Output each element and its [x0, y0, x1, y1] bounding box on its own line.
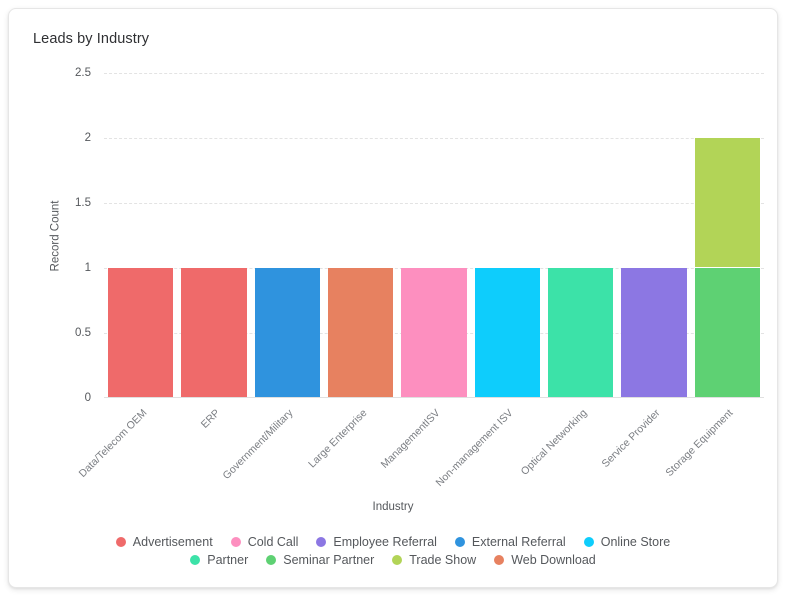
legend-item[interactable]: Advertisement [115, 535, 213, 549]
bar-segment[interactable] [401, 268, 467, 397]
legend-item-label: Online Store [600, 535, 671, 549]
legend-item[interactable]: Online Store [583, 535, 671, 549]
x-axis-tick-label: ManagementISV [378, 407, 443, 471]
legend-item[interactable]: Cold Call [230, 535, 299, 549]
y-axis-title: Record Count [47, 73, 63, 398]
chart-title: Leads by Industry [33, 31, 150, 47]
y-axis-tick-label: 2.5 [75, 67, 91, 79]
bar-segment[interactable] [327, 268, 394, 397]
bar-group[interactable] [547, 73, 614, 398]
x-axis-tick-label: Service Provider [599, 407, 663, 470]
legend-item[interactable]: External Referral [454, 535, 566, 549]
legend-color-swatch-icon [494, 555, 505, 565]
legend-item-label: External Referral [471, 535, 566, 549]
bar-segment[interactable] [547, 268, 614, 397]
y-axis-tick-label: 1.5 [75, 197, 91, 209]
chart-card: Leads by Industry Record Count 0 0.5 1 1.5 2… [8, 8, 778, 588]
chart-legend: Advertisement Cold Call Employee Referral E… [9, 533, 777, 569]
x-axis-tick-label: Non-management ISV [433, 407, 516, 489]
legend-item-label: Web Download [511, 553, 596, 567]
bar-group[interactable] [327, 73, 394, 398]
x-axis-tick-label: Government/Military [220, 407, 296, 482]
bar-segment[interactable] [181, 268, 247, 397]
legend-color-swatch-icon [392, 555, 403, 565]
y-axis-tick-label: 0 [84, 392, 91, 404]
bar-group[interactable] [474, 73, 541, 398]
screenshot-root: Leads by Industry Record Count 0 0.5 1 1.5 2… [0, 0, 794, 603]
x-axis-title: Industry [372, 501, 414, 513]
x-axis-tick-label: Storage Equipment [663, 407, 736, 480]
legend-color-swatch-icon [454, 537, 465, 547]
legend-color-swatch-icon [266, 555, 277, 565]
legend-color-swatch-icon [316, 537, 327, 547]
legend-item-label: Trade Show [409, 553, 477, 567]
x-axis-tick-label: Optical Networking [518, 407, 590, 478]
bar-segment[interactable] [621, 268, 687, 397]
legend-item[interactable]: Trade Show [392, 553, 476, 567]
legend-color-swatch-icon [115, 537, 126, 547]
legend-item-label: Seminar Partner [283, 553, 375, 567]
y-axis-tick-label: 0.5 [75, 327, 91, 339]
legend-item-label: Partner [207, 553, 249, 567]
bar-group[interactable] [181, 73, 247, 398]
y-axis-tick-label: 1 [84, 262, 91, 274]
x-axis-tick-label: Large Enterprise [305, 407, 370, 471]
legend-item-label: Employee Referral [333, 535, 437, 549]
bar-group[interactable] [107, 73, 174, 398]
bar-segment[interactable] [254, 268, 321, 397]
legend-color-swatch-icon [583, 537, 594, 547]
legend-item-label: Cold Call [247, 535, 299, 549]
bar-group[interactable] [621, 73, 687, 398]
bar-segment[interactable] [107, 268, 174, 397]
y-axis-title-text: Record Count [49, 200, 61, 271]
legend-item[interactable]: Web Download [494, 553, 596, 567]
x-axis-tick-label: ERP [198, 407, 223, 431]
bar-group[interactable] [401, 73, 467, 398]
bars-layer [104, 73, 764, 398]
x-axis-tick-label: Data/Telecom OEM [76, 407, 150, 480]
legend-item[interactable]: Partner [190, 553, 248, 567]
bar-segment[interactable] [694, 138, 761, 267]
legend-item-label: Advertisement [132, 535, 213, 549]
bar-group[interactable] [694, 73, 761, 398]
bar-group[interactable] [254, 73, 321, 398]
legend-color-swatch-icon [230, 537, 241, 547]
bar-segment[interactable] [474, 268, 541, 397]
legend-item[interactable]: Seminar Partner [266, 553, 374, 567]
bar-segment[interactable] [694, 268, 761, 397]
plot-area: 0 0.5 1 1.5 2 2.5 Data/Telecom OEM ERP Governme… [75, 67, 764, 489]
y-axis-tick-label: 2 [84, 132, 91, 144]
legend-item[interactable]: Employee Referral [316, 535, 437, 549]
legend-color-swatch-icon [190, 555, 201, 565]
